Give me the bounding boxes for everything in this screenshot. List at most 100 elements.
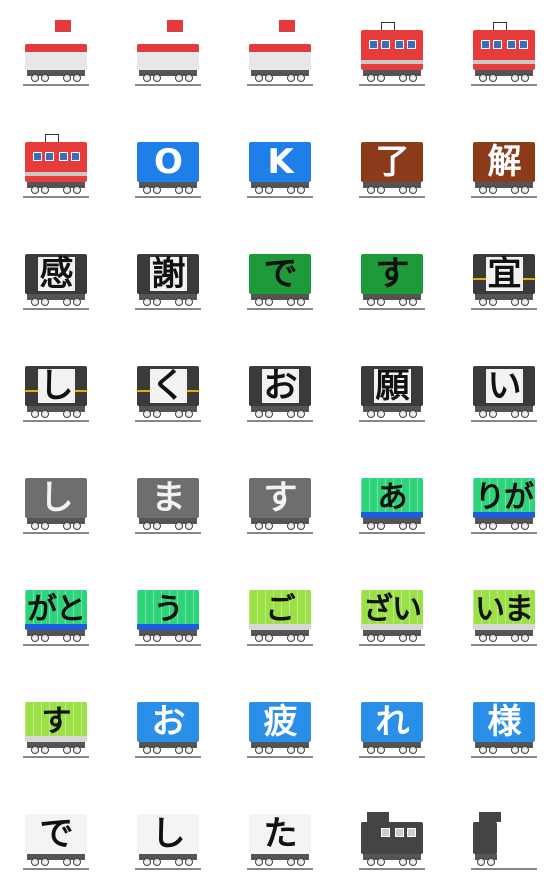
wheel-icon bbox=[175, 186, 183, 194]
sticker-item[interactable] bbox=[0, 112, 112, 224]
window bbox=[33, 152, 42, 161]
wheel-icon bbox=[511, 634, 519, 642]
sticker-item[interactable]: う bbox=[112, 560, 224, 672]
wheel-icon bbox=[489, 298, 497, 306]
sticker-item[interactable] bbox=[224, 0, 336, 112]
wheel-icon bbox=[175, 746, 183, 754]
wheel-icon bbox=[367, 410, 375, 418]
sticker-item[interactable]: 解 bbox=[448, 112, 560, 224]
wheel-icon bbox=[377, 186, 385, 194]
diesel-locomotive-icon bbox=[135, 20, 201, 86]
sticker-item[interactable]: し bbox=[112, 784, 224, 896]
car-body: す bbox=[361, 254, 423, 294]
sticker-item[interactable]: 感 bbox=[0, 224, 112, 336]
sticker-item[interactable]: す bbox=[224, 448, 336, 560]
sticker-item[interactable]: す bbox=[0, 672, 112, 784]
wheel-icon bbox=[255, 410, 263, 418]
sticker-item[interactable]: K bbox=[224, 112, 336, 224]
sticker-item[interactable]: ご bbox=[224, 560, 336, 672]
sticker-item[interactable]: あ bbox=[336, 448, 448, 560]
window bbox=[481, 40, 490, 49]
wheel-icon bbox=[367, 74, 375, 82]
sticker-item[interactable]: で bbox=[224, 224, 336, 336]
sticker-item[interactable]: い bbox=[448, 336, 560, 448]
sticker-item[interactable]: 疲 bbox=[224, 672, 336, 784]
rail-line bbox=[23, 420, 89, 422]
sticker-item[interactable]: りが bbox=[448, 448, 560, 560]
wheel-icon bbox=[153, 858, 161, 866]
wheel-icon bbox=[521, 410, 529, 418]
wheel-icon bbox=[297, 298, 305, 306]
car-body bbox=[361, 822, 423, 854]
window bbox=[59, 152, 68, 161]
wheel-icon bbox=[41, 634, 49, 642]
sticker-item[interactable]: お bbox=[112, 672, 224, 784]
sticker-item[interactable]: れ bbox=[336, 672, 448, 784]
sticker-item[interactable]: ま bbox=[112, 448, 224, 560]
wheel-icon bbox=[479, 746, 487, 754]
wheel-icon bbox=[409, 74, 417, 82]
electric-locomotive-icon bbox=[359, 22, 425, 86]
sticker-item[interactable] bbox=[336, 784, 448, 896]
wheel-icon bbox=[511, 746, 519, 754]
sticker-item[interactable]: お bbox=[224, 336, 336, 448]
sticker-item[interactable]: た bbox=[224, 784, 336, 896]
wheel-icon bbox=[255, 186, 263, 194]
window bbox=[45, 152, 54, 161]
sticker-item[interactable] bbox=[336, 0, 448, 112]
rail-line bbox=[135, 84, 201, 86]
wheel-icon bbox=[63, 186, 71, 194]
sticker-item[interactable]: し bbox=[0, 448, 112, 560]
sticker-text: お bbox=[151, 702, 186, 742]
sticker-item[interactable]: ざい bbox=[336, 560, 448, 672]
wheel-icon bbox=[31, 746, 39, 754]
container-wagon-icon: ご bbox=[247, 590, 313, 646]
car-body: し bbox=[25, 478, 87, 518]
wheel-icon bbox=[31, 298, 39, 306]
wheel-icon bbox=[367, 858, 375, 866]
wheel-icon bbox=[143, 858, 151, 866]
wheel-icon bbox=[175, 858, 183, 866]
wheel-icon bbox=[367, 522, 375, 530]
sticker-item[interactable]: 願 bbox=[336, 336, 448, 448]
rail-line bbox=[23, 84, 89, 86]
wheel-icon bbox=[479, 298, 487, 306]
blue-boxcar-icon: O bbox=[135, 142, 201, 198]
wheel-icon bbox=[399, 522, 407, 530]
sticker-item[interactable] bbox=[448, 784, 560, 896]
wheel-icon bbox=[31, 410, 39, 418]
sticker-item[interactable]: いま bbox=[448, 560, 560, 672]
wheel-icon bbox=[255, 74, 263, 82]
sticker-item[interactable] bbox=[112, 0, 224, 112]
wheel-icon bbox=[287, 746, 295, 754]
sticker-item[interactable]: 様 bbox=[448, 672, 560, 784]
sticker-item[interactable] bbox=[448, 0, 560, 112]
sticker-item[interactable]: 謝 bbox=[112, 224, 224, 336]
rail-line bbox=[471, 420, 537, 422]
wheel-icon bbox=[489, 410, 497, 418]
sticker-item[interactable]: で bbox=[0, 784, 112, 896]
gray-boxcar-icon: し bbox=[23, 478, 89, 534]
wheel-icon bbox=[63, 298, 71, 306]
sticker-text: す bbox=[375, 254, 410, 294]
sticker-item[interactable]: す bbox=[336, 224, 448, 336]
blue-boxcar-icon: 疲 bbox=[247, 702, 313, 758]
rail-line bbox=[23, 532, 89, 534]
sticker-item[interactable]: がと bbox=[0, 560, 112, 672]
car-body: 謝 bbox=[137, 254, 199, 294]
sticker-text: し bbox=[151, 814, 186, 854]
sticker-item[interactable] bbox=[0, 0, 112, 112]
sticker-item[interactable]: 了 bbox=[336, 112, 448, 224]
container-wagon-icon: す bbox=[23, 702, 89, 758]
container-wagon-icon: あ bbox=[359, 478, 425, 534]
container-wagon-icon: う bbox=[135, 590, 201, 646]
sticker-item[interactable]: O bbox=[112, 112, 224, 224]
sticker-item[interactable]: し bbox=[0, 336, 112, 448]
wheel-icon bbox=[41, 74, 49, 82]
sticker-item[interactable]: く bbox=[112, 336, 224, 448]
container-wagon-icon: がと bbox=[23, 590, 89, 646]
sticker-item[interactable]: 宜 bbox=[448, 224, 560, 336]
blue-boxcar-icon: お bbox=[135, 702, 201, 758]
window bbox=[407, 828, 416, 837]
car-body: 宜 bbox=[473, 254, 535, 294]
